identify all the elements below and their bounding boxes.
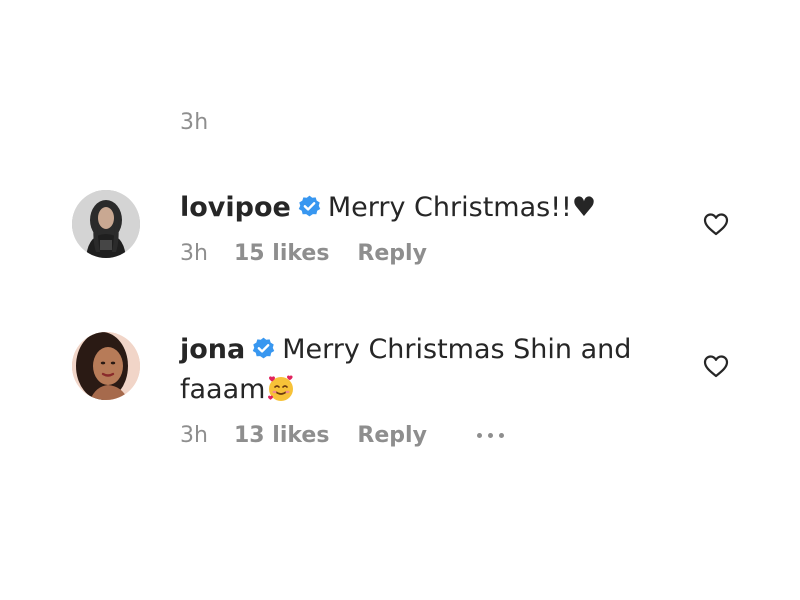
- comment-body: lovipoe Merry Christmas!!♥ 3h 15 likes R…: [180, 188, 650, 268]
- comment-username[interactable]: lovipoe: [180, 192, 291, 223]
- ellipsis-icon[interactable]: [476, 432, 504, 438]
- ellipsis-dot: [476, 432, 482, 438]
- comment-text: Merry Christmas Shin and: [282, 334, 632, 365]
- verified-badge-icon: [298, 195, 321, 217]
- ellipsis-dot: [487, 432, 493, 438]
- reply-button[interactable]: Reply: [357, 241, 427, 266]
- reply-button[interactable]: Reply: [357, 423, 427, 448]
- comment-likes[interactable]: 15 likes: [234, 241, 329, 266]
- avatar-image: [72, 332, 140, 400]
- previous-comment-timestamp: 3h: [180, 110, 209, 135]
- avatar[interactable]: [72, 190, 140, 258]
- comment-body: jona Merry Christmas Shin and faaam 3h 1…: [180, 330, 650, 450]
- comment-text-row: jona Merry Christmas Shin and: [180, 330, 650, 370]
- comment-time: 3h: [180, 240, 208, 266]
- ellipsis-dot: [498, 432, 504, 438]
- avatar-image: [72, 190, 140, 258]
- comment-likes[interactable]: 13 likes: [234, 423, 329, 448]
- comment-meta: 3h 15 likes Reply: [180, 238, 650, 268]
- avatar[interactable]: [72, 332, 140, 400]
- comment-text: Merry Christmas!!♥: [327, 192, 597, 223]
- comment-time: 3h: [180, 422, 208, 448]
- comment-username[interactable]: jona: [180, 334, 245, 365]
- comment-text-row: faaam: [180, 370, 650, 410]
- comments-panel: 3h lovipoe Merry Christmas!!♥ 3h 15 like…: [0, 0, 800, 600]
- heart-icon[interactable]: [703, 212, 729, 236]
- heart-icon[interactable]: [703, 354, 729, 378]
- smiling-face-with-hearts-icon: [268, 375, 294, 401]
- comment-text-row: lovipoe Merry Christmas!!♥: [180, 188, 650, 228]
- comment-text: faaam: [180, 374, 266, 405]
- comment-meta: 3h 13 likes Reply: [180, 420, 650, 450]
- verified-badge-icon: [253, 337, 275, 359]
